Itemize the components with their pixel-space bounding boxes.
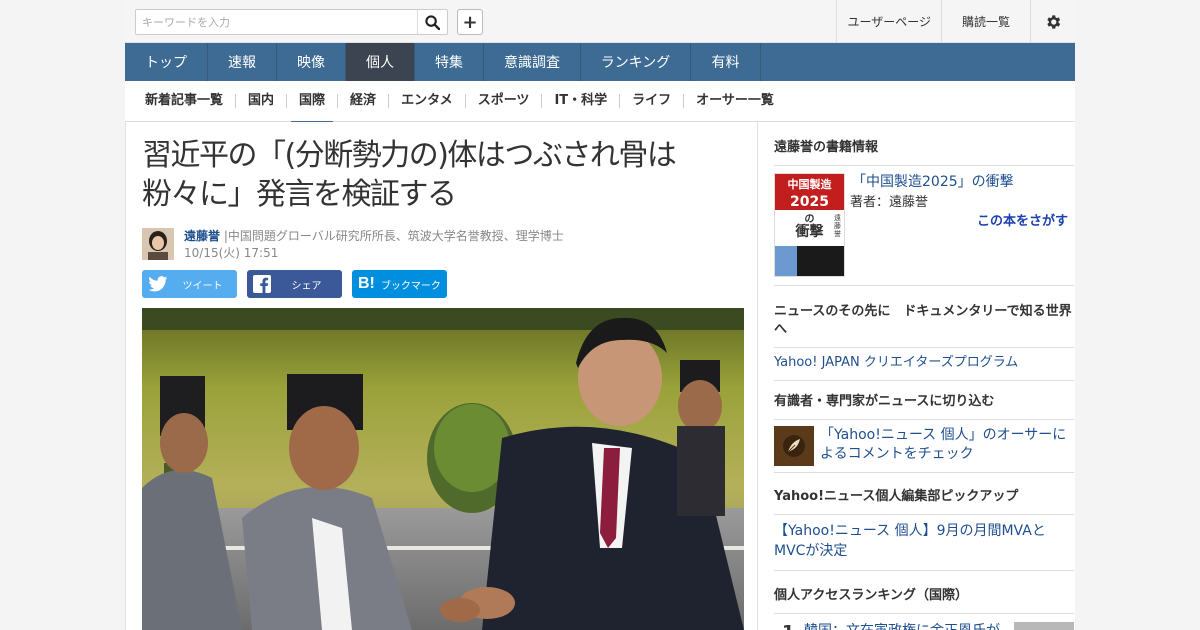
hatena-bookmark-button[interactable]: B! ブックマーク [352,270,447,298]
tweet-button[interactable]: ツイート [142,270,237,298]
expert-comments-link[interactable]: 「Yahoo!ニュース 個人」のオーサーによるコメントをチェック [820,426,1070,464]
tweet-label: ツイート [182,280,223,292]
expert-heading: 有識者・専門家がニュースに切り込む [774,393,1074,420]
add-button[interactable]: + [457,9,483,35]
facebook-share-button[interactable]: シェア [247,270,342,298]
search-box [135,9,448,35]
gnav-paid[interactable]: 有料 [691,43,761,81]
book-cover-author: 遠藤誉 [834,214,841,238]
twitter-icon [148,276,168,292]
book-heading: 遠藤誉の書籍情報 [774,139,1074,166]
find-book-link[interactable]: この本をさがす [977,210,1068,229]
author-name[interactable]: 遠藤誉 [184,229,220,243]
facebook-icon [253,275,271,293]
expert-section: 有識者・専門家がニュースに切り込む 「Yahoo!ニュース 個人」のオーサーによ… [774,393,1074,473]
book-section: 遠藤誉の書籍情報 中国製造 2025 の 衝撃 遠藤誉 「中国製造2025」の衝… [774,139,1074,286]
sub-nav: 新着記事一覧 国内 国際 経済 エンタメ スポーツ IT・科学 ライフ オーサー… [125,81,1075,124]
ranking-number: 1 [782,622,795,630]
pickup-heading: Yahoo!ニュース個人編集部ピックアップ [774,488,1074,515]
gnav-video[interactable]: 映像 [277,43,346,81]
ranking-section: 個人アクセスランキング（国際） 1 韓国：文在寅政権に金正恩氏が [774,587,1074,630]
subnav-sports[interactable]: スポーツ [464,94,542,108]
hatena-bookmark-label: ブックマーク [380,280,441,292]
search-input[interactable] [136,10,416,34]
article-title-line1: 習近平の「(分断勢力の)体はつぶされ骨は [142,138,677,173]
subnav-life[interactable]: ライフ [619,94,683,108]
author-title: |中国問題グローバル研究所所長、筑波大学名誉教授、理学博士 [223,229,564,243]
ranking-heading: 個人アクセスランキング（国際） [774,587,1074,614]
ranking-item-title[interactable]: 韓国：文在寅政権に金正恩氏が [804,621,1004,630]
pickup-section: Yahoo!ニュース個人編集部ピックアップ 【Yahoo!ニュース 個人】9月の… [774,488,1074,571]
global-nav: トップ 速報 映像 個人 特集 意識調査 ランキング 有料 [125,43,1075,81]
documentary-section: ニュースのその先に ドキュメンタリーで知る世界へ Yahoo! JAPAN クリ… [774,303,1074,381]
gnav-breaking[interactable]: 速報 [208,43,277,81]
subnav-entertainment[interactable]: エンタメ [388,94,465,108]
pickup-link[interactable]: 【Yahoo!ニュース 個人】9月の月間MVAとMVCが決定 [774,515,1074,571]
book-cover-number: 2025 [775,194,844,210]
article-photo [142,308,744,630]
settings-button[interactable] [1030,0,1075,43]
article-title: 習近平の「(分断勢力の)体はつぶされ骨は 粉々に」発言を検証する [142,136,742,214]
plus-icon: + [462,11,478,33]
gnav-feature[interactable]: 特集 [415,43,484,81]
book-title-link[interactable]: 「中国製造2025」の衝撃 [852,173,1014,191]
facebook-share-label: シェア [291,280,322,292]
user-page-link[interactable]: ユーザーページ [836,0,941,43]
gnav-ranking[interactable]: ランキング [581,43,691,81]
gnav-top[interactable]: トップ [125,43,208,81]
search-button[interactable] [417,10,447,34]
subnav-international[interactable]: 国際 [286,94,337,124]
gnav-survey[interactable]: 意識調査 [484,43,581,81]
article-title-line2: 粉々に」発言を検証する [142,177,457,212]
subnav-authors[interactable]: オーサー一覧 [683,94,786,108]
sidebar: 遠藤誉の書籍情報 中国製造 2025 の 衝撃 遠藤誉 「中国製造2025」の衝… [758,122,1075,630]
subnav-economy[interactable]: 経済 [337,94,388,108]
gnav-individual[interactable]: 個人 [346,43,415,81]
book-cover-title: 中国製造 [775,174,844,194]
subnav-latest[interactable]: 新着記事一覧 [133,94,235,108]
top-links: ユーザーページ 購読一覧 [836,0,1075,43]
ranking-thumbnail [1014,622,1074,630]
top-bar: + ユーザーページ 購読一覧 [125,0,1075,43]
gear-icon [1047,14,1061,29]
subscriptions-link[interactable]: 購読一覧 [940,0,1030,43]
search-icon [425,14,440,30]
documentary-heading: ニュースのその先に ドキュメンタリーで知る世界へ [774,303,1074,348]
author-line: 遠藤誉 |中国問題グローバル研究所所長、筑波大学名誉教授、理学博士 [184,228,564,244]
article-date: 10/15(火) 17:51 [184,246,279,260]
article-main: 習近平の「(分断勢力の)体はつぶされ骨は 粉々に」発言を検証する 遠藤誉 |中国… [125,122,758,630]
book-cover[interactable]: 中国製造 2025 の 衝撃 遠藤誉 [774,173,845,277]
subnav-it-science[interactable]: IT・科学 [541,94,619,108]
author-avatar[interactable] [142,228,174,260]
creators-program-link[interactable]: Yahoo! JAPAN クリエイターズプログラム [774,348,1074,381]
hatena-icon: B! [358,275,375,292]
book-author: 著者：遠藤誉 [850,195,929,210]
quill-icon [774,426,814,466]
ranking-item[interactable]: 1 韓国：文在寅政権に金正恩氏が [774,614,1074,630]
subnav-domestic[interactable]: 国内 [235,94,286,108]
